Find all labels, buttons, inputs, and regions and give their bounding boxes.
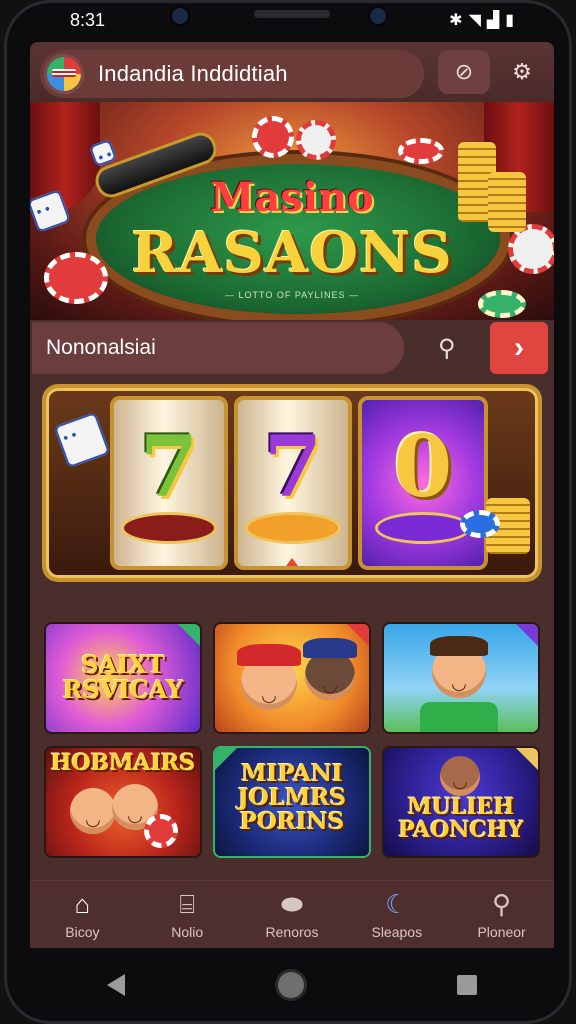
- character-face: [70, 788, 116, 834]
- status-icons: ✱ ◥ ▟ ▮: [449, 10, 514, 30]
- nav-item-home[interactable]: ⌂ Bicoy: [30, 881, 135, 948]
- search-icon[interactable]: ⚲: [438, 334, 466, 362]
- poker-chip: [398, 138, 444, 164]
- card-corner-badge: [178, 624, 200, 646]
- search-text: Nononalsiai: [46, 336, 156, 359]
- search-row: Nononalsiai ⚲ ›: [30, 322, 554, 376]
- poker-chip: [296, 120, 336, 160]
- reel-symbol-lower: [248, 515, 338, 541]
- game-title: MULIEH PAONCHY: [398, 794, 524, 844]
- back-icon[interactable]: [106, 974, 125, 996]
- phone-frame: 8:31 ✱ ◥ ▟ ▮ Indandia Inddidtiah ⊘ ⚙ • •…: [4, 0, 572, 1024]
- app-screen: Indandia Inddidtiah ⊘ ⚙ Masin: [30, 42, 554, 948]
- slot-reel: 7: [234, 396, 352, 570]
- hero-title-top: Masino: [210, 174, 374, 221]
- game-card[interactable]: [384, 624, 538, 732]
- nav-item-store[interactable]: ⌸ Nolio: [135, 881, 240, 948]
- bluetooth-icon: ✱: [449, 12, 463, 29]
- character-hair: [430, 636, 488, 656]
- hero-subtext: — LOTTO OF PAYLINES —: [224, 290, 360, 300]
- game-card[interactable]: HOBMAIRS: [46, 748, 200, 856]
- character-shirt: [420, 702, 498, 732]
- nav-label: Renoros: [265, 923, 319, 940]
- title-pill[interactable]: Indandia Inddidtiah: [40, 50, 424, 98]
- game-title: MIPANI JOLMRS PORINS: [237, 760, 347, 836]
- poker-chip: [144, 814, 178, 848]
- slot-reel: 0: [358, 396, 488, 570]
- nav-item-tickets[interactable]: ⬬ Renoros: [240, 881, 345, 948]
- home-icon: ⌂: [74, 889, 91, 919]
- reel-symbol-lower: [378, 515, 468, 541]
- character-hat: [303, 638, 357, 658]
- zoom-icon: ⊘: [454, 59, 474, 84]
- dice: [53, 411, 111, 469]
- slot-reel: 7: [110, 396, 228, 570]
- app-logo: [44, 54, 84, 94]
- recent-apps-icon[interactable]: [457, 975, 478, 995]
- hero-banner[interactable]: Masino RASAONS — LOTTO OF PAYLINES —: [30, 102, 554, 320]
- signal-icon: ▟: [486, 12, 500, 29]
- wifi-icon: ◥: [468, 12, 481, 29]
- chevron-right-icon: ›: [514, 331, 524, 364]
- nav-label: Sleapos: [371, 923, 423, 940]
- reel-pointer: [286, 558, 298, 566]
- nav-item-sleep[interactable]: ☾ Sleapos: [344, 881, 449, 948]
- settings-icon: ⚙: [512, 59, 532, 84]
- app-title: Indandia Inddidtiah: [98, 61, 288, 86]
- home-button-icon[interactable]: [277, 972, 304, 998]
- game-card[interactable]: MIPANI JOLMRS PORINS: [215, 748, 369, 856]
- character-hat: [237, 644, 301, 666]
- poker-chip: [460, 510, 500, 538]
- nav-label: Bicoy: [65, 923, 100, 940]
- reel-symbol: 7: [263, 417, 323, 516]
- nav-label: Nolio: [171, 923, 204, 940]
- hero-title-main: RASAONS: [131, 220, 453, 286]
- poker-chip: [252, 116, 294, 158]
- zoom-button[interactable]: ⊘: [438, 50, 490, 94]
- nav-item-search[interactable]: ⚲ Ploneor: [449, 881, 554, 948]
- nav-label: Ploneor: [477, 923, 526, 940]
- system-navigation-bar: [30, 950, 554, 1020]
- ticket-icon: ⬬: [280, 888, 304, 919]
- character-face: [440, 756, 480, 796]
- search-icon: ⚲: [492, 889, 512, 919]
- reel-symbol-lower: [124, 515, 214, 541]
- slot-machine[interactable]: 7 7 0: [46, 388, 538, 578]
- sleep-icon: ☾: [385, 889, 409, 919]
- app-header: Indandia Inddidtiah ⊘ ⚙: [30, 42, 554, 102]
- game-title: HOBMAIRS: [50, 750, 196, 776]
- game-card[interactable]: SAIXT RSVICAY: [46, 624, 200, 732]
- settings-button[interactable]: ⚙: [496, 50, 548, 94]
- card-corner-badge: [516, 624, 538, 646]
- reel-symbol: 0: [393, 417, 453, 516]
- game-card[interactable]: MULIEH PAONCHY: [384, 748, 538, 856]
- card-corner-badge: [516, 748, 538, 770]
- game-title: SAIXT RSVICAY: [62, 650, 184, 705]
- bottom-navigation: ⌂ Bicoy ⌸ Nolio ⬬ Renoros ☾ Sleapos ⚲ Pl…: [30, 880, 554, 948]
- game-card[interactable]: [215, 624, 369, 732]
- battery-icon: ▮: [505, 12, 514, 29]
- store-icon: ⌸: [179, 888, 195, 919]
- status-time: 8:31: [70, 9, 106, 30]
- status-bar: 8:31 ✱ ◥ ▟ ▮: [30, 0, 546, 40]
- go-button[interactable]: ›: [490, 322, 548, 374]
- search-input[interactable]: Nononalsiai: [32, 322, 404, 374]
- reel-symbol: 7: [139, 417, 199, 516]
